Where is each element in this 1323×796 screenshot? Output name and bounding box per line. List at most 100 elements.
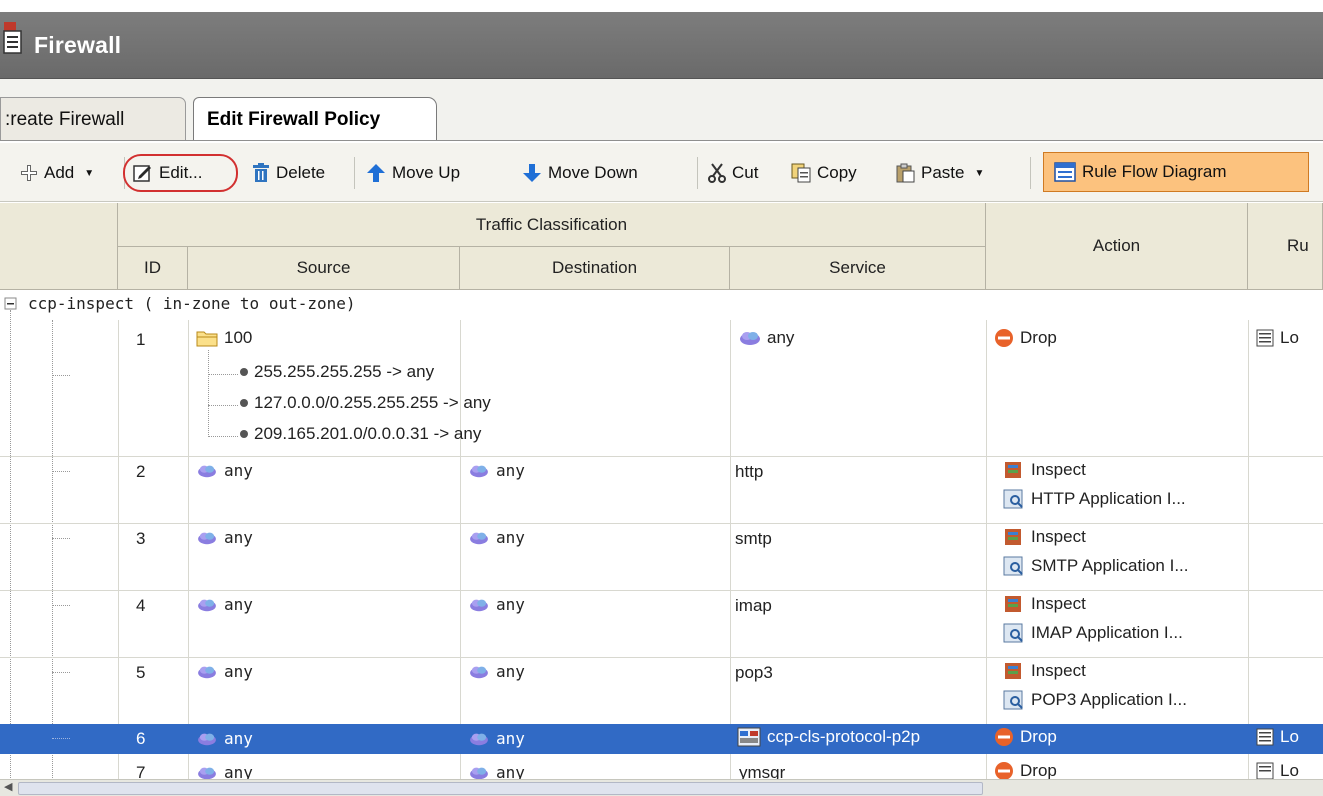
rule-3-action-detail[interactable]: SMTP Application I... xyxy=(1003,556,1188,576)
rule-6-service[interactable]: ccp-cls-protocol-p2p xyxy=(737,727,920,747)
tree-connector xyxy=(208,436,238,437)
rule-5-destination[interactable]: any xyxy=(468,662,525,681)
rule-4-service[interactable]: imap xyxy=(735,596,772,616)
column-header-rule-options-label: Ru xyxy=(1287,236,1309,255)
horizontal-scrollbar[interactable]: ◀ xyxy=(0,779,1323,796)
rule-1-service-label: any xyxy=(767,328,795,347)
column-header-service[interactable]: Service xyxy=(730,247,986,290)
rule-5-action[interactable]: Inspect xyxy=(1003,661,1086,681)
rule-2-action-detail[interactable]: HTTP Application I... xyxy=(1003,489,1186,509)
edit-icon xyxy=(133,165,151,182)
rule-5-source-label: any xyxy=(224,662,253,681)
rule-2-destination[interactable]: any xyxy=(468,461,525,480)
tab-create-firewall[interactable]: :reate Firewall xyxy=(0,97,186,141)
move-down-button[interactable]: Move Down xyxy=(522,161,638,185)
rule-2-service[interactable]: http xyxy=(735,462,763,482)
rule-4-action-label: Inspect xyxy=(1031,594,1086,613)
rule-6-destination[interactable]: any xyxy=(468,729,525,748)
rule-5-service[interactable]: pop3 xyxy=(735,663,773,683)
rule-1-service[interactable]: any xyxy=(739,328,794,348)
log-icon xyxy=(1256,728,1274,746)
rule-4-destination[interactable]: any xyxy=(468,595,525,614)
column-header-source-label: Source xyxy=(296,258,351,277)
tree-connector xyxy=(208,350,209,437)
tree-connector xyxy=(52,471,70,472)
move-up-button[interactable]: Move Up xyxy=(366,161,460,185)
rule-3-action[interactable]: Inspect xyxy=(1003,527,1086,547)
tree-connector xyxy=(208,374,238,375)
rule-flow-icon xyxy=(1054,162,1076,182)
rule-3-source-label: any xyxy=(224,528,253,547)
rule-flow-diagram-button[interactable]: Rule Flow Diagram xyxy=(1043,152,1309,192)
add-button[interactable]: Add ▼ xyxy=(20,161,94,185)
rule-3-source[interactable]: any xyxy=(196,528,253,547)
network-cloud-icon xyxy=(198,532,216,544)
column-header-destination[interactable]: Destination xyxy=(460,247,730,290)
rule-2-action-label: Inspect xyxy=(1031,460,1086,479)
column-header-action[interactable]: Action xyxy=(986,203,1248,290)
rule-4-action[interactable]: Inspect xyxy=(1003,594,1086,614)
scrollbar-thumb[interactable] xyxy=(18,782,983,795)
scroll-left-icon[interactable]: ◀ xyxy=(4,780,12,793)
rule-4-action-detail[interactable]: IMAP Application I... xyxy=(1003,623,1183,643)
rule-7-source[interactable]: any xyxy=(196,763,253,779)
rule-2-action[interactable]: Inspect xyxy=(1003,460,1086,480)
rule-3-action-detail-label: SMTP Application I... xyxy=(1031,556,1189,575)
rule-2-source[interactable]: any xyxy=(196,461,253,480)
rule-row[interactable]: 4 any any imap Inspect IMAP Application I... xyxy=(0,591,1323,658)
rule-5-action-label: Inspect xyxy=(1031,661,1086,680)
column-header-source[interactable]: Source xyxy=(188,247,460,290)
rule-5-action-detail[interactable]: POP3 Application I... xyxy=(1003,690,1187,710)
rule-7-option[interactable]: Lo xyxy=(1256,761,1299,779)
network-cloud-icon xyxy=(198,767,216,779)
rule-3-destination[interactable]: any xyxy=(468,528,525,547)
rule-7-service[interactable]: ymsgr xyxy=(739,763,785,779)
rule-7-row[interactable]: 7 any any ymsgr Drop Lo xyxy=(0,755,1323,779)
tree-connector xyxy=(52,605,70,606)
cut-label: Cut xyxy=(732,163,759,182)
header-traffic-classification-label: Traffic Classification xyxy=(475,214,628,234)
add-icon xyxy=(21,165,37,181)
rule-7-source-label: any xyxy=(224,763,253,779)
rule-1-source[interactable]: 100 xyxy=(196,328,252,348)
rule-6-action-label: Drop xyxy=(1020,727,1057,746)
network-cloud-icon xyxy=(198,733,216,745)
network-cloud-icon xyxy=(470,733,488,745)
rule-7-action[interactable]: Drop xyxy=(994,761,1057,779)
rule-6-option[interactable]: Lo xyxy=(1256,727,1299,747)
zone-pair-label: ccp-inspect ( in-zone to out-zone) xyxy=(28,294,356,313)
column-header-action-label: Action xyxy=(1092,236,1141,255)
copy-button[interactable]: Copy xyxy=(791,161,857,185)
tab-edit-firewall-policy[interactable]: Edit Firewall Policy xyxy=(193,97,437,141)
rule-1-action[interactable]: Drop xyxy=(994,328,1057,348)
rule-7-destination[interactable]: any xyxy=(468,763,525,779)
acl-entry: 209.165.201.0/0.0.0.31 -> any xyxy=(240,424,481,444)
move-up-label: Move Up xyxy=(392,163,461,182)
rule-row[interactable]: 5 any any pop3 Inspect POP3 Application I... xyxy=(0,658,1323,725)
rule-1-option[interactable]: Lo xyxy=(1256,328,1299,348)
network-cloud-icon xyxy=(198,599,216,611)
rule-6-source[interactable]: any xyxy=(196,729,253,748)
paste-button[interactable]: Paste ▼ xyxy=(895,161,984,185)
edit-button[interactable]: Edit... xyxy=(133,161,202,185)
rule-4-source[interactable]: any xyxy=(196,595,253,614)
cut-button[interactable]: Cut xyxy=(708,161,758,185)
acl-entry-label: 209.165.201.0/0.0.0.31 -> any xyxy=(254,424,482,443)
rule-row[interactable]: 2 any any http Inspect HTTP Application I... xyxy=(0,457,1323,524)
rule-row[interactable]: 3 any any smtp Inspect SMTP Application I... xyxy=(0,524,1323,591)
rule-5-source[interactable]: any xyxy=(196,662,253,681)
rule-3-service[interactable]: smtp xyxy=(735,529,772,549)
rule-2-action-detail-label: HTTP Application I... xyxy=(1031,489,1186,508)
column-header-id[interactable]: ID xyxy=(118,247,188,290)
application-inspect-icon xyxy=(1003,489,1023,509)
network-cloud-icon xyxy=(470,599,488,611)
delete-button[interactable]: Delete xyxy=(252,161,325,185)
collapse-icon[interactable] xyxy=(4,297,18,311)
rule-7-action-label: Drop xyxy=(1020,761,1057,779)
column-header-rule-options[interactable]: Ru xyxy=(1248,203,1323,290)
zone-pair-group-row[interactable]: ccp-inspect ( in-zone to out-zone) xyxy=(0,290,1323,320)
rule-6-action[interactable]: Drop xyxy=(994,727,1057,747)
tree-connector xyxy=(52,538,70,539)
toolbar-separator xyxy=(697,157,698,189)
column-header-id-label: ID xyxy=(144,258,161,277)
